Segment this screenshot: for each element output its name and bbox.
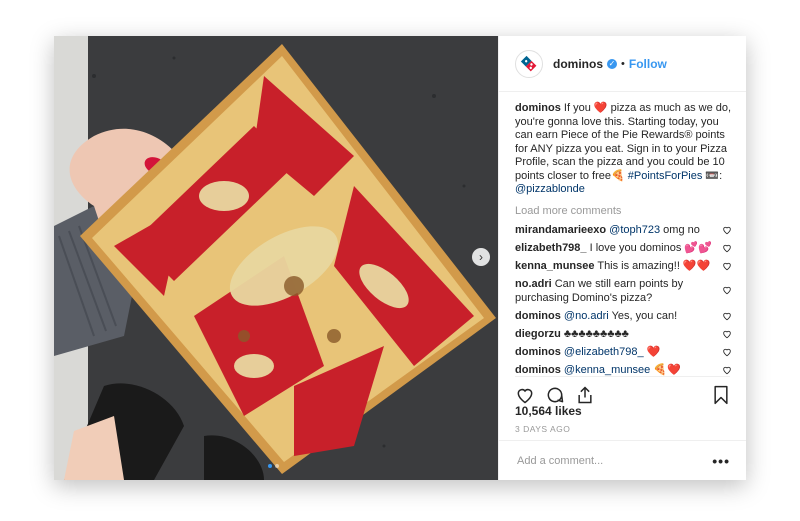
add-comment-input[interactable] [515,453,713,468]
comment-user[interactable]: elizabeth798_ [515,242,587,254]
follow-button[interactable]: Follow [629,57,667,71]
post-author-handle[interactable]: dominos [553,57,603,71]
more-options-icon[interactable]: ••• [712,453,730,469]
caption-mention[interactable]: @pizzablonde [515,183,585,195]
comment-item: kenna_munsee This is amazing!! ❤️❤️ [515,260,732,274]
carousel-dots [268,464,279,468]
comment-item: dominos @no.adri Yes, you can! [515,310,732,324]
comment-item: no.adri Can we still earn points by purc… [515,278,732,305]
comment-text: This is amazing!! ❤️❤️ [597,260,711,273]
like-icon[interactable] [515,385,535,405]
bookmark-icon[interactable] [712,385,730,405]
comment-text: I love you dominos 💕💕 [589,242,712,255]
post-header: dominos ✓ • Follow [499,36,746,92]
comment-user[interactable]: diegorzu [515,328,561,340]
comment-user[interactable]: dominos [515,346,561,358]
carousel-dot [275,464,279,468]
likes-count[interactable]: 10,564 likes [515,404,582,418]
comment-item: elizabeth798_ I love you dominos 💕💕 [515,242,732,256]
comment-item: mirandamarieexo @toph723 omg no [515,224,732,238]
share-icon[interactable] [575,385,595,405]
comment-like-icon[interactable] [722,285,732,295]
comment-item: dominos @elizabeth798_ ❤️ [515,346,732,360]
comment-text: Yes, you can! [608,309,678,322]
pizza-photo-illustration [54,36,498,480]
caption-user[interactable]: dominos [515,102,561,114]
post-caption: dominos If you ❤️ pizza as much as we do… [515,102,732,197]
carousel-dot-active [268,464,272,468]
carousel-next-glyph: › [479,250,483,264]
verified-badge-icon: ✓ [607,58,617,69]
post-date: 3 DAYS AGO [515,424,571,434]
comment-text: omg no [660,224,700,236]
load-more-comments-link[interactable]: Load more comments [515,205,732,219]
comment-user[interactable]: kenna_munsee [515,260,594,272]
comment-mention[interactable]: @toph723 [609,224,660,236]
comment-like-icon[interactable] [722,225,732,235]
comment-like-icon[interactable] [722,329,732,339]
comment-user[interactable]: dominos [515,364,561,376]
comment-like-icon[interactable] [722,243,732,253]
comment-like-icon[interactable] [722,261,732,271]
carousel-next-icon[interactable]: › [472,248,490,266]
caption-hashtag[interactable]: #PointsForPies [628,170,703,182]
comment-user[interactable]: mirandamarieexo [515,224,606,236]
comment-like-icon[interactable] [722,347,732,357]
comment-user[interactable]: dominos [515,310,561,322]
comment-text: 🍕❤️ [650,364,681,377]
post-photo[interactable]: › [54,36,498,480]
caption-emoji: 📼: [705,169,723,182]
comment-like-icon[interactable] [722,365,732,375]
comment-user[interactable]: no.adri [515,278,552,290]
comment-icon[interactable] [545,385,565,405]
comment-item: diegorzu ♣♣♣♣♣♣♣♣♣ [515,328,732,342]
post-sidebar: dominos ✓ • Follow dominos If you ❤️ piz… [498,36,746,480]
comment-like-icon[interactable] [722,311,732,321]
dominos-logo-icon [520,55,537,71]
add-comment-bar: ••• [499,440,746,480]
comment-mention[interactable]: @no.adri [564,310,609,322]
comment-text: ❤️ [643,346,661,359]
avatar[interactable] [515,49,543,78]
comments-list: dominos If you ❤️ pizza as much as we do… [515,96,732,376]
comment-mention[interactable]: @kenna_munsee [564,364,650,376]
comment-text: ♣♣♣♣♣♣♣♣♣ [563,327,629,340]
comment-mention[interactable]: @elizabeth798_ [564,346,644,358]
header-separator: • [621,57,625,70]
post-card: › dominos ✓ • Follow dominos If you ❤️ p… [54,36,746,480]
